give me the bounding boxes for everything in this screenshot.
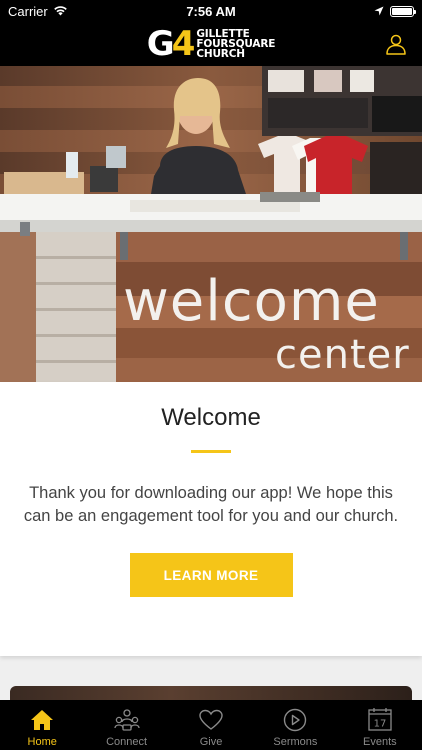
heart-icon — [199, 709, 223, 730]
calendar-day: 17 — [373, 719, 386, 730]
app-header: G4 GILLETTE FOURSQUARE CHURCH — [0, 22, 422, 66]
tab-connect[interactable]: Connect — [84, 700, 168, 750]
tab-give-label: Give — [199, 736, 223, 748]
card-body-text: Thank you for downloading our app! We ho… — [23, 484, 399, 525]
card-title: Welcome — [161, 404, 261, 431]
tab-bar: Home Connect Give Sermons 17 Events — [0, 700, 422, 750]
tab-events[interactable]: 17 Events — [338, 700, 422, 750]
church-logo: G4 GILLETTE FOURSQUARE CHURCH — [146, 24, 276, 64]
learn-more-button[interactable]: LEARN MORE — [129, 553, 293, 597]
title-divider — [191, 450, 231, 453]
tab-events-label: Events — [363, 736, 397, 748]
battery-icon — [390, 5, 416, 17]
app-screen: Carrier 7:56 AM G4 GILLETTE FOURSQUARE C… — [0, 0, 422, 750]
tab-home[interactable]: Home — [0, 700, 84, 750]
status-bar: Carrier 7:56 AM — [0, 0, 422, 22]
welcome-sign-text: welcome — [123, 269, 380, 334]
tab-sermons[interactable]: Sermons — [253, 700, 337, 750]
connect-icon — [113, 709, 140, 731]
logo-mark-four: 4 — [171, 24, 196, 64]
home-icon — [31, 710, 54, 730]
hero-image: welcome center — [0, 66, 422, 382]
tab-connect-label: Connect — [106, 736, 148, 748]
logo-mark-g: G — [146, 24, 175, 64]
user-icon — [386, 34, 406, 55]
calendar-icon: 17 — [368, 708, 392, 731]
welcome-card: Welcome Thank you for downloading our ap… — [0, 382, 422, 656]
logo-mark: G4 — [146, 24, 196, 64]
tab-sermons-label: Sermons — [273, 736, 318, 748]
logo-text: GILLETTE FOURSQUARE CHURCH — [196, 29, 275, 60]
tab-give[interactable]: Give — [169, 700, 253, 750]
profile-button[interactable] — [384, 32, 408, 56]
logo-line-3: CHURCH — [196, 48, 245, 60]
play-icon — [284, 708, 307, 732]
status-time: 7:56 AM — [186, 3, 236, 19]
center-sign-text: center — [275, 332, 410, 378]
tab-home-label: Home — [27, 736, 57, 748]
